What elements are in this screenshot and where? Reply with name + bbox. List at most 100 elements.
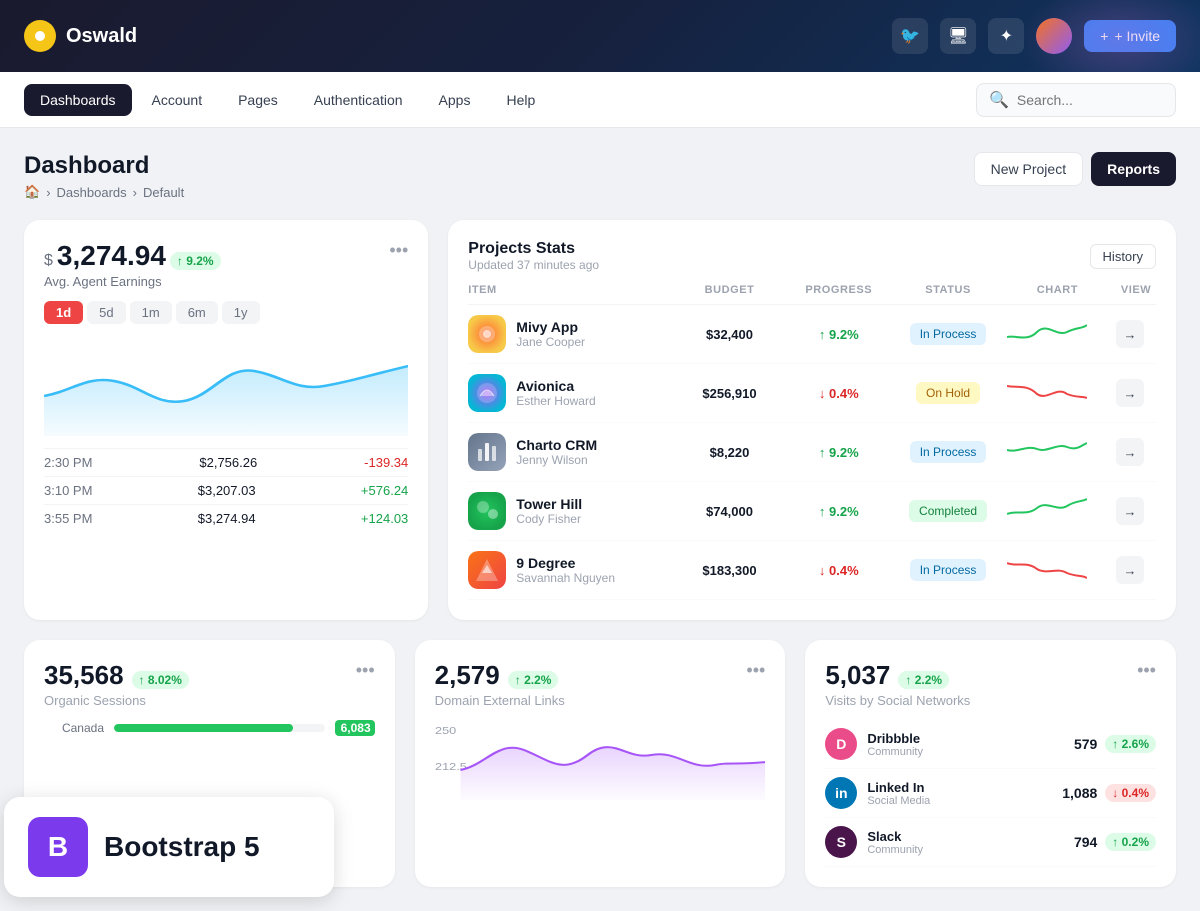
domain-more-btn[interactable]: •••	[746, 660, 765, 681]
social-item-slack: S Slack Community 794 ↑ 0.2%	[825, 818, 1156, 867]
project-info-9degree: 9 Degree Savannah Nguyen	[468, 551, 671, 589]
earnings-chart	[44, 336, 408, 436]
organic-more-btn[interactable]: •••	[356, 660, 375, 681]
table-header: ITEM BUDGET PROGRESS STATUS CHART VIEW	[468, 276, 1156, 305]
project-sub: Jenny Wilson	[516, 453, 597, 467]
budget-charto: $8,220	[679, 445, 780, 460]
new-project-button[interactable]: New Project	[974, 152, 1083, 186]
social-label: Visits by Social Networks	[825, 693, 970, 708]
breadcrumb-dashboards[interactable]: Dashboards	[57, 185, 127, 200]
period-5d[interactable]: 5d	[87, 301, 125, 324]
time-row-3: 3:55 PM $3,274.94 +124.03	[44, 504, 408, 532]
status-charto: In Process	[910, 441, 987, 463]
project-icon-avionica	[468, 374, 506, 412]
earnings-card: $ 3,274.94 ↑ 9.2% Avg. Agent Earnings ••…	[24, 220, 428, 620]
avatar[interactable]	[1036, 18, 1072, 54]
header-buttons: New Project Reports	[974, 152, 1176, 186]
period-6m[interactable]: 6m	[176, 301, 218, 324]
project-icon-mivy	[468, 315, 506, 353]
social-item-dribbble: D Dribbble Community 579 ↑ 2.6%	[825, 720, 1156, 769]
table-row: Tower Hill Cody Fisher $74,000 ↑ 9.2% Co…	[468, 482, 1156, 541]
project-name: Avionica	[516, 378, 595, 394]
reports-button[interactable]: Reports	[1091, 152, 1176, 186]
domain-chart: 250 212.5	[435, 720, 766, 800]
search-input[interactable]	[1017, 92, 1163, 108]
menu-bar: Dashboards Account Pages Authentication …	[0, 72, 1200, 128]
brand-logo: Oswald	[24, 20, 137, 52]
time-row-1: 2:30 PM $2,756.26 -139.34	[44, 448, 408, 476]
project-name: Tower Hill	[516, 496, 582, 512]
linkedin-icon: in	[825, 777, 857, 809]
bar-row-canada: Canada 6,083	[44, 720, 375, 736]
col-item: ITEM	[468, 284, 671, 296]
bird-icon-btn[interactable]: 🐦	[892, 18, 928, 54]
page-title: Dashboard	[24, 152, 184, 180]
earnings-more-btn[interactable]: •••	[389, 240, 408, 261]
geo-bars: Canada 6,083	[44, 720, 375, 736]
linkedin-count: 1,088	[1062, 785, 1097, 801]
earnings-badge: ↑ 9.2%	[170, 252, 221, 270]
slack-count: 794	[1074, 834, 1097, 850]
share-icon-btn[interactable]: ✦	[988, 18, 1024, 54]
project-sub: Jane Cooper	[516, 335, 585, 349]
projects-header: Projects Stats Updated 37 minutes ago Hi…	[468, 240, 1156, 272]
view-btn-9degree[interactable]: →	[1116, 556, 1144, 584]
project-sub: Esther Howard	[516, 394, 595, 408]
table-row: Charto CRM Jenny Wilson $8,220 ↑ 9.2% In…	[468, 423, 1156, 482]
bottom-row: 35,568 ↑ 8.02% Organic Sessions ••• Cana…	[24, 640, 1176, 887]
social-more-btn[interactable]: •••	[1137, 660, 1156, 681]
time-row-2: 3:10 PM $3,207.03 +576.24	[44, 476, 408, 504]
organic-sessions-label: Organic Sessions	[44, 693, 189, 708]
earnings-amount: $ 3,274.94 ↑ 9.2%	[44, 240, 221, 272]
view-btn-mivy[interactable]: →	[1116, 320, 1144, 348]
status-mivy: In Process	[910, 323, 987, 345]
bootstrap-text: Bootstrap 5	[104, 831, 260, 863]
invite-plus-icon: +	[1100, 28, 1108, 44]
view-btn-tower[interactable]: →	[1116, 497, 1144, 525]
dribbble-count: 579	[1074, 736, 1097, 752]
social-item-linkedin: in Linked In Social Media 1,088 ↓ 0.4%	[825, 769, 1156, 818]
history-button[interactable]: History	[1090, 244, 1156, 269]
sparkline-tower	[1007, 494, 1108, 529]
col-budget: BUDGET	[679, 284, 780, 296]
linkedin-type: Social Media	[867, 795, 930, 807]
bootstrap-overlay: B Bootstrap 5	[4, 797, 334, 897]
monitor-icon-btn[interactable]: 🖥	[940, 18, 976, 54]
menu-help[interactable]: Help	[490, 84, 551, 116]
page-header: Dashboard 🏠 › Dashboards › Default New P…	[24, 152, 1176, 200]
sparkline-9degree	[1007, 553, 1108, 588]
linkedin-name: Linked In	[867, 780, 930, 795]
col-status: STATUS	[897, 284, 998, 296]
dribbble-name: Dribbble	[867, 731, 923, 746]
period-1m[interactable]: 1m	[130, 301, 172, 324]
budget-mivy: $32,400	[679, 327, 780, 342]
project-sub: Savannah Nguyen	[516, 571, 615, 585]
menu-dashboards[interactable]: Dashboards	[24, 84, 132, 116]
earnings-value: 3,274.94	[57, 240, 166, 272]
col-view: VIEW	[1116, 284, 1156, 296]
table-row: 9 Degree Savannah Nguyen $183,300 ↓ 0.4%…	[468, 541, 1156, 600]
project-info-mivy: Mivy App Jane Cooper	[468, 315, 671, 353]
dribbble-type: Community	[867, 746, 923, 758]
project-icon-charto	[468, 433, 506, 471]
domain-links-label: Domain External Links	[435, 693, 565, 708]
menu-authentication[interactable]: Authentication	[298, 84, 419, 116]
invite-button[interactable]: + + Invite	[1084, 20, 1176, 52]
slack-type: Community	[867, 844, 923, 856]
project-info-tower: Tower Hill Cody Fisher	[468, 492, 671, 530]
earnings-currency: $	[44, 252, 53, 270]
organic-sessions-value: 35,568 ↑ 8.02%	[44, 660, 189, 691]
menu-pages[interactable]: Pages	[222, 84, 294, 116]
menu-account[interactable]: Account	[136, 84, 219, 116]
progress-mivy: ↑ 9.2%	[788, 327, 889, 342]
period-1y[interactable]: 1y	[222, 301, 260, 324]
projects-title: Projects Stats	[468, 240, 599, 258]
projects-updated: Updated 37 minutes ago	[468, 258, 599, 272]
col-chart: CHART	[1007, 284, 1108, 296]
menu-apps[interactable]: Apps	[423, 84, 487, 116]
view-btn-avionica[interactable]: →	[1116, 379, 1144, 407]
period-1d[interactable]: 1d	[44, 301, 83, 324]
view-btn-charto[interactable]: →	[1116, 438, 1144, 466]
search-bar[interactable]: 🔍	[976, 83, 1176, 117]
project-name: Charto CRM	[516, 437, 597, 453]
